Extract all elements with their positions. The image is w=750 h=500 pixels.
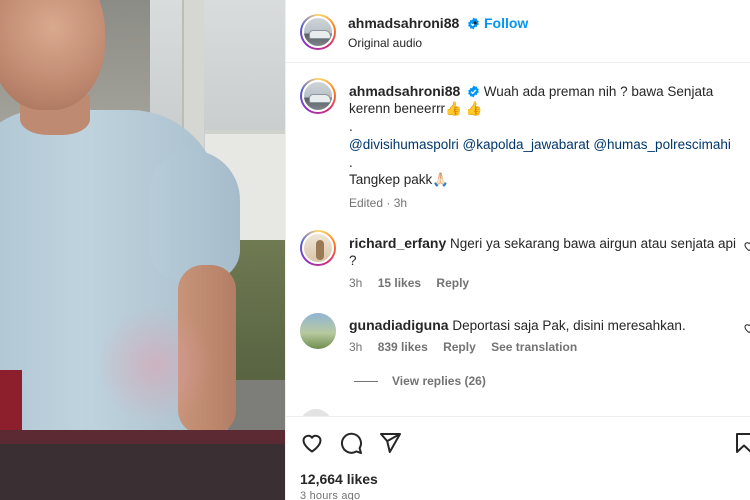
author-username[interactable]: ahmadsahroni88 [348, 15, 459, 31]
comment-text: ? [349, 253, 357, 268]
view-replies-label: View replies (26) [392, 374, 486, 388]
comment-icon[interactable] [339, 431, 363, 455]
caption-text-3: . [349, 119, 353, 134]
caption-mentions: @divisihumaspolri @kapolda_jawabarat @hu… [349, 136, 731, 154]
likes-count[interactable]: 12,664 likes [300, 471, 378, 487]
like-comment-heart-icon[interactable] [743, 240, 750, 252]
comment-likes[interactable]: 15 likes [378, 276, 421, 290]
post-video[interactable] [0, 0, 285, 500]
video-car-dashboard-edge [0, 430, 285, 444]
comment-text: Deportasi saja Pak, disini meresahkan. [452, 318, 686, 333]
see-translation-button[interactable]: See translation [491, 340, 577, 354]
reply-button[interactable]: Reply [436, 276, 469, 290]
mention-link[interactable]: @divisihumaspolri [349, 137, 459, 152]
commenter-avatar[interactable] [300, 230, 336, 266]
caption-text-6: Tangkep pakk🙏🏻 [349, 172, 450, 187]
replies-divider-line [354, 381, 378, 383]
post-actions: 12,664 likes 3 hours ago [286, 416, 750, 500]
like-comment-heart-icon[interactable] [743, 322, 750, 334]
post-details-panel: ahmadsahroni88 • Follow Original audio a… [285, 0, 750, 500]
comment-time: 3h [349, 340, 363, 354]
caption-username[interactable]: ahmadsahroni88 [349, 83, 460, 99]
commenter-username[interactable]: gunadiadiguna [349, 317, 449, 333]
verified-badge-icon [468, 85, 479, 98]
next-commenter-avatar[interactable] [300, 409, 332, 416]
comments-list[interactable]: ahmadsahroni88 Wuah ada preman nih ? baw… [286, 64, 750, 416]
caption-text-1: Wuah ada preman nih ? bawa Senjata [483, 84, 714, 99]
reply-button[interactable]: Reply [443, 340, 476, 354]
view-replies-button[interactable]: View replies (26) [354, 374, 486, 388]
comment-text: Ngeri ya sekarang bawa airgun atau senja… [450, 236, 736, 251]
bookmark-icon[interactable] [732, 431, 750, 455]
commenter-avatar[interactable] [300, 313, 336, 349]
separator-dot: • [473, 16, 478, 30]
post-header: ahmadsahroni88 • Follow Original audio [286, 0, 750, 63]
comment-1-line-1: richard_erfany Ngeri ya sekarang bawa ai… [349, 234, 739, 253]
caption-text-5: . [349, 155, 353, 170]
audio-label[interactable]: Original audio [348, 36, 422, 50]
mention-link[interactable]: @humas_polrescimahi [593, 137, 731, 152]
video-light-glare [100, 300, 210, 430]
author-avatar[interactable] [300, 14, 336, 50]
comment-meta: 3h 839 likes Reply See translation [349, 340, 577, 354]
video-person-sleeve [150, 150, 240, 280]
caption-line-1: ahmadsahroni88 Wuah ada preman nih ? baw… [349, 82, 729, 101]
post-timestamp[interactable]: 3 hours ago [300, 490, 360, 500]
comment-time: 3h [349, 276, 363, 290]
caption-author-avatar[interactable] [300, 78, 336, 114]
comment-2-line-1: gunadiadiguna Deportasi saja Pak, disini… [349, 316, 739, 335]
mention-link[interactable]: @kapolda_jawabarat [463, 137, 590, 152]
follow-button[interactable]: Follow [484, 15, 528, 31]
caption-meta: Edited · 3h [349, 196, 408, 210]
comment-likes[interactable]: 839 likes [378, 340, 428, 354]
heart-icon[interactable] [300, 431, 324, 455]
share-icon[interactable] [378, 431, 402, 455]
comment-meta: 3h 15 likes Reply [349, 276, 469, 290]
video-person-head [0, 0, 105, 110]
caption-text-2: kerenn beneerrr👍 👍 [349, 101, 483, 116]
commenter-username[interactable]: richard_erfany [349, 235, 446, 251]
